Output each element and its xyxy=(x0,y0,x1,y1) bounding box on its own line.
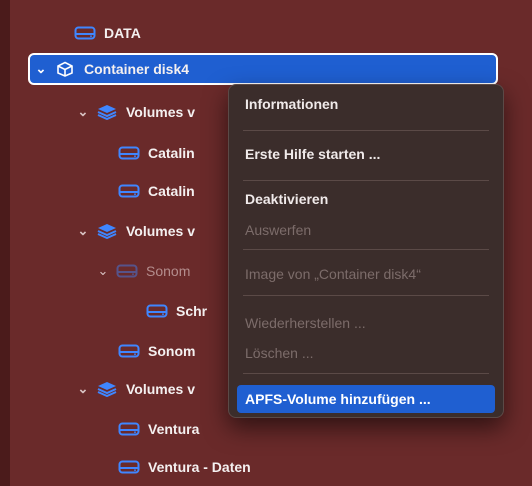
menu-item-apfs-volume-hinzufuegen[interactable]: APFS-Volume hinzufügen ... xyxy=(237,385,495,413)
chevron-down-icon[interactable]: ⌄ xyxy=(96,263,110,279)
sidebar-item-label: DATA xyxy=(104,25,141,41)
drive-icon xyxy=(118,183,140,199)
menu-item-image-von[interactable]: Image von „Container disk4“ xyxy=(237,260,495,288)
drive-icon xyxy=(74,25,96,41)
drive-icon xyxy=(118,459,140,475)
volume-stack-icon xyxy=(96,223,118,239)
volume-stack-icon xyxy=(96,104,118,120)
sidebar-item-label: Schr xyxy=(176,303,208,319)
sidebar-item-sonoma-group[interactable]: ⌄ Sonom xyxy=(96,256,191,286)
sidebar-item-label: Ventura - Daten xyxy=(148,459,251,475)
chevron-down-icon[interactable]: ⌄ xyxy=(76,381,90,397)
chevron-down-icon[interactable]: ⌄ xyxy=(34,61,48,77)
chevron-down-icon[interactable]: ⌄ xyxy=(76,223,90,239)
sidebar-item-volumes-3[interactable]: ⌄ Volumes v xyxy=(76,374,195,404)
menu-separator xyxy=(243,295,489,296)
menu-separator xyxy=(243,373,489,374)
container-icon xyxy=(54,61,76,77)
sidebar-item-catalina-data[interactable]: Catalin xyxy=(112,176,195,206)
sidebar-item-volumes-2[interactable]: ⌄ Volumes v xyxy=(76,216,195,246)
drive-icon xyxy=(146,303,168,319)
volume-stack-icon xyxy=(96,381,118,397)
sidebar-item-sonoma-data[interactable]: Sonom xyxy=(112,336,195,366)
sidebar-item-label: Ventura xyxy=(148,421,200,437)
drive-icon xyxy=(118,421,140,437)
sidebar-item-snapshot[interactable]: Schr xyxy=(140,296,207,326)
menu-item-auswerfen[interactable]: Auswerfen xyxy=(237,216,495,244)
sidebar-item-label: Sonom xyxy=(148,343,196,359)
drive-icon xyxy=(116,263,138,279)
sidebar-item-label: Volumes v xyxy=(126,223,195,239)
sidebar-item-data[interactable]: DATA xyxy=(54,18,141,48)
menu-item-informationen[interactable]: Informationen xyxy=(237,90,495,118)
menu-separator xyxy=(243,249,489,250)
sidebar-item-ventura-daten[interactable]: Ventura - Daten xyxy=(112,452,251,482)
sidebar-item-ventura[interactable]: Ventura xyxy=(112,414,199,444)
context-menu: Informationen Erste Hilfe starten ... De… xyxy=(228,84,504,418)
sidebar-item-label: Volumes v xyxy=(126,381,195,397)
drive-icon xyxy=(118,145,140,161)
sidebar-item-volumes[interactable]: ⌄ Volumes v xyxy=(76,97,195,127)
sidebar-item-label: Catalin xyxy=(148,183,195,199)
menu-item-deaktivieren[interactable]: Deaktivieren xyxy=(237,185,495,213)
menu-separator xyxy=(243,180,489,181)
menu-separator xyxy=(243,130,489,131)
drive-icon xyxy=(118,343,140,359)
chevron-down-icon[interactable]: ⌄ xyxy=(76,104,90,120)
sidebar-item-label: Sonom xyxy=(146,263,191,279)
sidebar-item-label: Volumes v xyxy=(126,104,195,120)
sidebar-item-label: Container disk4 xyxy=(84,61,190,77)
sidebar-item-label: Catalin xyxy=(148,145,195,161)
sidebar-item-container-disk4[interactable]: ⌄ Container disk4 xyxy=(34,54,189,84)
sidebar-item-catalina[interactable]: Catalin xyxy=(112,138,195,168)
menu-item-loeschen[interactable]: Löschen ... xyxy=(237,339,495,367)
menu-item-wiederherstellen[interactable]: Wiederherstellen ... xyxy=(237,309,495,337)
menu-item-erste-hilfe[interactable]: Erste Hilfe starten ... xyxy=(237,140,495,168)
